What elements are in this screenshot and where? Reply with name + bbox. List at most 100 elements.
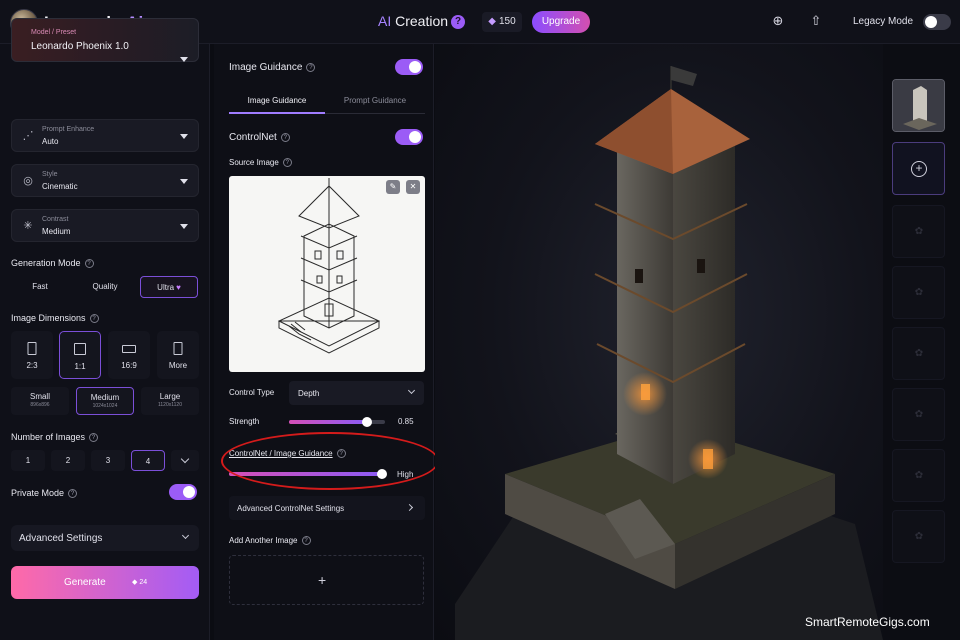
tab-prompt-guidance[interactable]: Prompt Guidance xyxy=(325,88,425,114)
annotation-circle xyxy=(221,432,439,490)
ratio-label: More xyxy=(168,361,188,370)
num-images-more[interactable] xyxy=(171,450,199,471)
image-dimensions-heading: Image Dimensions? xyxy=(11,313,99,324)
image-guidance-toggle[interactable] xyxy=(395,59,423,75)
ratio-16-9[interactable]: 16:9 xyxy=(108,331,150,379)
remove-image-button[interactable]: ✕ xyxy=(406,180,420,194)
edit-image-button[interactable]: ✎ xyxy=(386,180,400,194)
enhance-icon: ⋰ xyxy=(22,130,34,142)
close-icon: ✕ xyxy=(409,182,417,191)
private-mode-heading: Private Mode? xyxy=(11,488,78,499)
chevron-down-icon xyxy=(180,57,188,62)
mode-fast[interactable]: Fast xyxy=(11,276,69,298)
empty-slot: ✿ xyxy=(892,266,945,319)
style-icon: ◎ xyxy=(23,175,33,187)
contrast-value: Medium xyxy=(42,227,71,236)
generate-button[interactable]: Generate ◆ 24 xyxy=(11,566,199,599)
chevron-down-icon xyxy=(180,454,190,464)
generate-cost: ◆ 24 xyxy=(132,579,148,586)
preset-label: Model / Preset xyxy=(31,29,77,36)
mode-quality[interactable]: Quality xyxy=(76,276,134,298)
size-dims: 1024x1024 xyxy=(92,403,118,409)
image-placeholder-icon: ✿ xyxy=(914,226,924,237)
ratio-2-3[interactable]: 2:3 xyxy=(11,331,53,379)
help-icon[interactable]: ? xyxy=(84,259,94,269)
token-icon: ◆ xyxy=(488,16,496,27)
add-generation-button[interactable]: + xyxy=(892,142,945,195)
ratio-more[interactable]: More xyxy=(157,331,199,379)
help-icon[interactable]: ? xyxy=(301,536,311,546)
ratio-label: 1:1 xyxy=(74,362,86,371)
help-icon[interactable]: ? xyxy=(89,314,99,324)
size-name: Small xyxy=(29,392,50,401)
private-mode-toggle[interactable] xyxy=(169,484,197,500)
image-guidance-heading: Image Guidance? xyxy=(229,62,316,73)
chevron-down-icon xyxy=(181,531,190,540)
generate-label: Generate xyxy=(64,577,106,588)
num-images-3[interactable]: 3 xyxy=(91,450,125,471)
style-value: Cinematic xyxy=(42,182,78,191)
contrast-label: Contrast xyxy=(42,216,69,223)
mode-ultra[interactable]: Ultra ♥ xyxy=(140,276,198,298)
num-images-1[interactable]: 1 xyxy=(11,450,45,471)
chevron-right-icon xyxy=(405,503,414,512)
source-image[interactable] xyxy=(229,176,425,372)
strength-label: Strength xyxy=(229,417,260,426)
add-image-dropzone[interactable]: + xyxy=(229,555,424,605)
chevron-down-icon xyxy=(180,224,188,229)
control-type-select[interactable]: Depth xyxy=(289,381,424,405)
image-placeholder-icon: ✿ xyxy=(914,287,924,298)
portrait-ratio-icon xyxy=(27,342,37,355)
legacy-mode-toggle[interactable] xyxy=(923,14,951,30)
upgrade-button[interactable]: Upgrade xyxy=(532,11,590,33)
size-small[interactable]: Small 896x896 xyxy=(11,387,69,415)
size-medium[interactable]: Medium 1024x1024 xyxy=(76,387,134,415)
help-icon[interactable]: ? xyxy=(280,132,290,142)
help-icon[interactable]: ? xyxy=(451,15,465,29)
add-another-image-heading: Add Another Image? xyxy=(229,536,311,546)
tab-image-guidance[interactable]: Image Guidance xyxy=(229,88,325,114)
size-name: Medium xyxy=(90,393,120,402)
more-ratio-icon xyxy=(173,342,183,355)
num-images-4[interactable]: 4 xyxy=(131,450,165,471)
ratio-1-1[interactable]: 1:1 xyxy=(59,331,101,379)
legacy-mode-label: Legacy Mode xyxy=(853,16,914,27)
style-select[interactable]: ◎ Style Cinematic xyxy=(11,164,199,197)
help-icon[interactable]: ? xyxy=(306,62,316,72)
advanced-controlnet-settings-button[interactable]: Advanced ControlNet Settings xyxy=(229,496,425,520)
advanced-controlnet-label: Advanced ControlNet Settings xyxy=(237,504,345,513)
add-file-icon[interactable]: ⊕ xyxy=(770,13,786,29)
size-name: Large xyxy=(159,392,181,401)
watermark: SmartRemoteGigs.com xyxy=(805,615,930,629)
preset-value: Leonardo Phoenix 1.0 xyxy=(31,41,129,52)
chevron-down-icon xyxy=(407,386,416,395)
empty-slot: ✿ xyxy=(892,388,945,441)
generation-mode-heading: Generation Mode? xyxy=(11,258,94,269)
controlnet-toggle[interactable] xyxy=(395,129,423,145)
guidance-tabs: Image Guidance Prompt Guidance xyxy=(229,88,425,114)
image-placeholder-icon: ✿ xyxy=(914,470,924,481)
advanced-settings-button[interactable]: Advanced Settings xyxy=(11,525,199,551)
strength-value: 0.85 xyxy=(398,417,414,426)
upload-icon[interactable]: ⇧ xyxy=(808,13,824,29)
contrast-select[interactable]: ✳ Contrast Medium xyxy=(11,209,199,242)
help-icon[interactable]: ? xyxy=(89,433,99,443)
control-type-label: Control Type xyxy=(229,388,275,397)
model-preset-select[interactable]: Model / Preset Leonardo Phoenix 1.0 xyxy=(11,18,199,62)
num-images-2[interactable]: 2 xyxy=(51,450,85,471)
plus-icon: + xyxy=(318,572,327,588)
page-title: AI Creation xyxy=(378,13,449,29)
generated-image-canvas[interactable] xyxy=(435,44,883,640)
help-icon[interactable]: ? xyxy=(68,489,78,499)
controlnet-heading: ControlNet? xyxy=(229,132,290,143)
ratio-label: 16:9 xyxy=(121,361,137,370)
empty-slot: ✿ xyxy=(892,327,945,380)
generation-thumbnail[interactable] xyxy=(892,79,945,132)
slider-handle[interactable] xyxy=(362,417,372,427)
help-icon[interactable]: ? xyxy=(282,158,292,168)
size-large[interactable]: Large 1120x1120 xyxy=(141,387,199,415)
plus-icon: + xyxy=(911,161,927,177)
prompt-enhance-select[interactable]: ⋰ Prompt Enhance Auto xyxy=(11,119,199,152)
strength-slider[interactable] xyxy=(289,417,385,427)
token-balance[interactable]: ◆ 150 xyxy=(482,12,522,32)
